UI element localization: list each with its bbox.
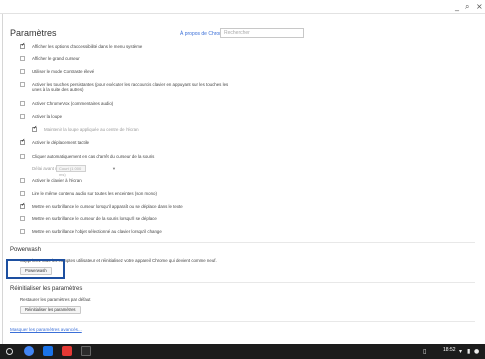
page-title: Paramètres <box>10 28 57 38</box>
checkbox[interactable] <box>20 229 25 234</box>
checkbox[interactable] <box>20 43 25 49</box>
checkbox[interactable] <box>20 203 25 209</box>
window-title-bar: _ ⌕ × <box>0 0 485 14</box>
shelf: ▯ 18:52 ▾ ▮ ● <box>0 344 485 359</box>
clock: 18:52 <box>443 347 456 353</box>
reset-settings-description: Restaurer les paramètres par défaut <box>20 297 91 302</box>
settings-search-input[interactable]: Rechercher <box>220 28 304 38</box>
settings-page: Paramètres À propos de Chrome OS Recherc… <box>10 16 475 344</box>
settings-header: Paramètres À propos de Chrome OS Recherc… <box>10 28 475 42</box>
window-left-border <box>2 14 3 344</box>
reset-settings-button[interactable]: Réinitialiser les paramètres <box>20 306 81 314</box>
checkbox[interactable] <box>20 216 25 221</box>
checkbox[interactable] <box>20 139 25 145</box>
delay-select[interactable]: Court (1 000 ms) <box>56 165 86 177</box>
search-icon[interactable]: ⌕ <box>465 2 469 12</box>
play-store-icon[interactable] <box>81 346 91 356</box>
chevron-down-icon: ▼ <box>112 166 116 171</box>
close-button[interactable]: × <box>476 2 483 12</box>
files-icon[interactable] <box>43 346 53 356</box>
checkbox[interactable] <box>32 126 37 132</box>
checkbox[interactable] <box>20 101 25 106</box>
wifi-icon: ▾ <box>459 348 463 355</box>
checkbox[interactable] <box>20 114 25 119</box>
battery-icon: ▮ <box>467 348 471 355</box>
checkbox[interactable] <box>20 69 25 74</box>
checkbox[interactable] <box>20 191 25 196</box>
checkbox[interactable] <box>20 154 25 159</box>
section-divider <box>10 242 475 243</box>
minimize-button[interactable]: _ <box>455 2 459 12</box>
auto-click-delay-row: Délai avant un clic : Court (1 000 ms) ▼ <box>32 165 116 177</box>
checkbox[interactable] <box>20 56 25 61</box>
youtube-icon[interactable] <box>62 346 72 356</box>
annotation-highlight-box <box>6 259 65 279</box>
chrome-icon[interactable] <box>24 346 34 356</box>
launcher-icon[interactable] <box>6 348 13 355</box>
status-tray[interactable]: ▯ 18:52 ▾ ▮ ● <box>421 346 481 357</box>
section-divider <box>10 282 475 283</box>
checkbox[interactable] <box>20 178 25 183</box>
avatar[interactable]: ● <box>474 348 479 355</box>
checkbox[interactable] <box>20 82 25 87</box>
powerwash-title: Powerwash <box>10 247 42 253</box>
notification-icon[interactable]: ▯ <box>423 348 426 355</box>
section-divider <box>10 321 475 322</box>
hide-advanced-settings-link[interactable]: Masquer les paramètres avancés... <box>10 327 82 332</box>
reset-settings-title: Réinitialiser les paramètres <box>10 286 83 292</box>
